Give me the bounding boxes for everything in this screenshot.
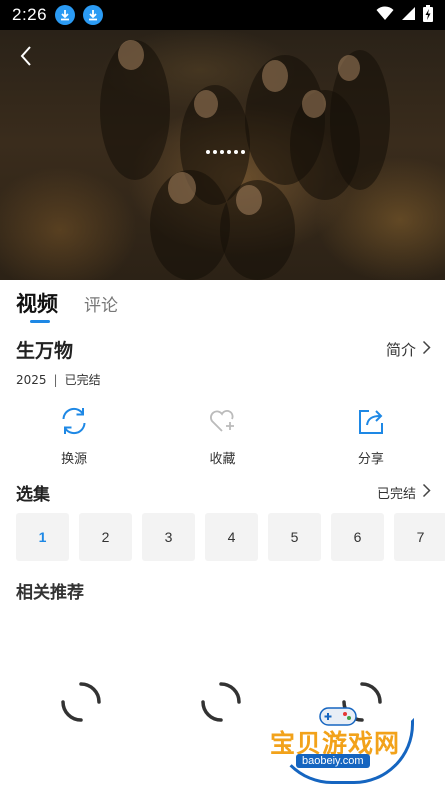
chevron-right-icon [422,340,431,359]
tab-video-label: 视频 [16,292,58,316]
tab-indicator [30,320,50,323]
download-icon [55,5,76,25]
intro-button[interactable]: 简介 [386,339,431,360]
episode-button[interactable]: 3 [142,513,195,561]
favorite-button[interactable]: 收藏 [148,404,296,467]
wifi-icon [376,5,394,25]
site-watermark: 宝贝游戏网 baobeiy.com [270,704,420,784]
share-icon [354,404,388,438]
status-time: 2:26 [12,5,48,24]
episode-button[interactable]: 1 [16,513,69,561]
content-tabs: 视频 评论 [16,288,118,323]
episodes-header: 选集 已完结 [16,480,431,505]
share-label: 分享 [357,452,384,467]
meta-separator: | [53,372,58,387]
share-button[interactable]: 分享 [297,404,445,467]
switch-source-label: 换源 [61,452,88,467]
episodes-all-button[interactable]: 已完结 [377,483,431,502]
tab-comments-label: 评论 [84,296,118,316]
episode-button[interactable]: 6 [331,513,384,561]
show-title: 生万物 [16,340,74,362]
chevron-right-icon [422,483,431,502]
episode-list: 1 2 3 4 5 6 7 [16,513,445,561]
title-row: 生万物 简介 [16,336,431,363]
loading-indicator [206,150,245,154]
show-meta: 2025 | 已完结 [16,371,101,388]
show-status: 已完结 [64,373,101,387]
tab-video[interactable]: 视频 [16,288,58,323]
video-player[interactable] [0,30,445,280]
episodes-status: 已完结 [376,487,416,502]
loading-spinner-icon [61,682,101,722]
related-title: 相关推荐 [16,583,84,603]
loading-spinner-icon [201,682,241,722]
episode-button[interactable]: 7 [394,513,445,561]
battery-charging-icon [423,4,433,26]
show-year: 2025 [16,372,47,387]
download-icon [83,5,104,25]
tab-comments[interactable]: 评论 [84,291,118,318]
episode-button[interactable]: 5 [268,513,321,561]
episodes-title: 选集 [16,485,50,505]
signal-icon [401,6,416,25]
status-bar: 2:26 [0,0,445,30]
back-button[interactable] [12,44,40,72]
episode-button[interactable]: 2 [79,513,132,561]
episode-button[interactable]: 4 [205,513,258,561]
action-bar: 换源 收藏 分享 [0,404,445,467]
intro-label: 简介 [385,341,416,359]
favorite-label: 收藏 [209,452,236,467]
heart-add-icon [205,404,239,438]
switch-source-button[interactable]: 换源 [0,404,148,467]
watermark-url: baobeiy.com [296,754,370,768]
refresh-icon [57,404,91,438]
chevron-left-icon [19,45,33,71]
